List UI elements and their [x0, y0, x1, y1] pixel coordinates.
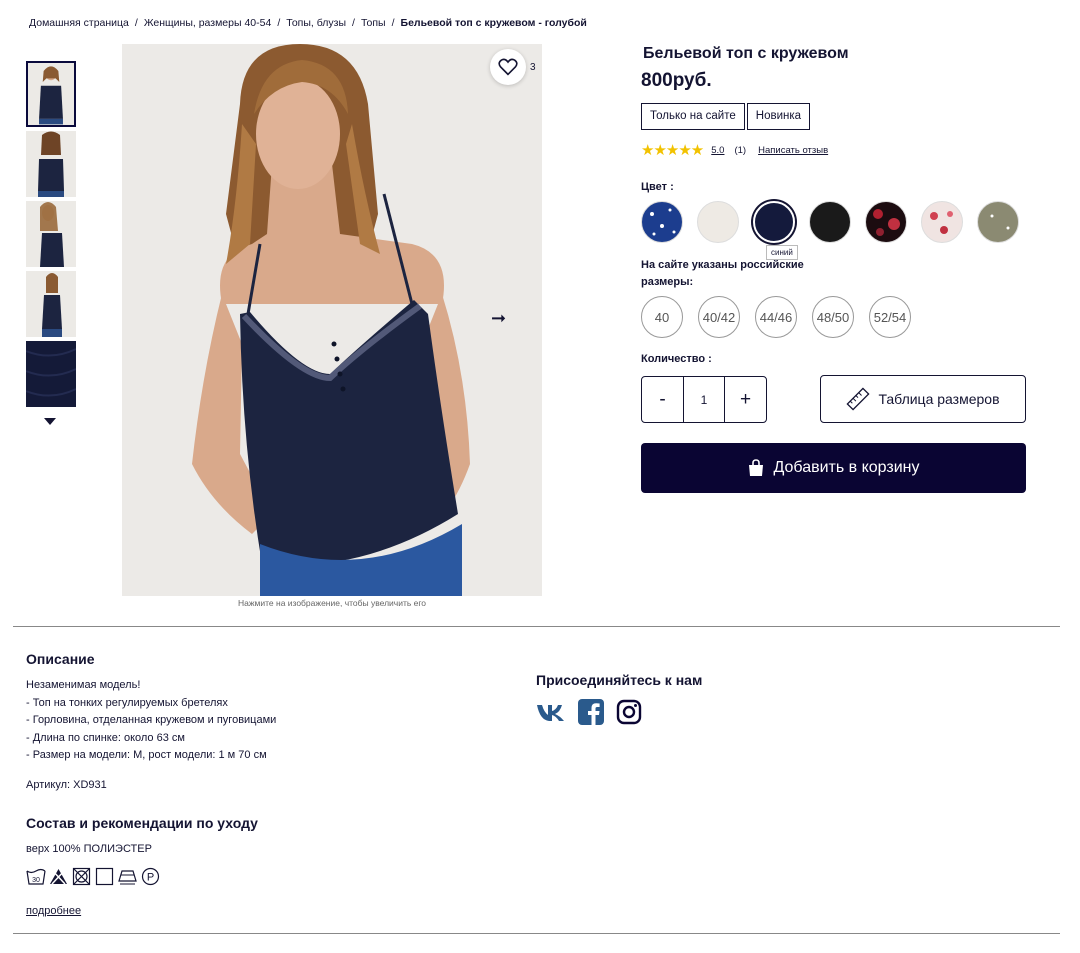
wash-30-icon: 30: [26, 867, 46, 886]
breadcrumb-women[interactable]: Женщины, размеры 40-54: [144, 17, 271, 29]
wash-temperature: 30: [32, 877, 40, 884]
product-photo: [122, 44, 542, 596]
quantity-decrease-button[interactable]: -: [642, 377, 683, 422]
badge-online-only: Только на сайте: [641, 103, 745, 130]
heart-icon: [498, 58, 518, 76]
rating-stars-icon: ★★★★★: [641, 142, 704, 159]
write-review-link[interactable]: Написать отзыв: [758, 145, 828, 156]
color-swatch-blue-print[interactable]: [641, 201, 683, 243]
care-title: Состав и рекомендации по уходу: [26, 815, 258, 831]
description-line: Незаменимая модель!: [26, 679, 141, 691]
social-links: [536, 699, 642, 730]
breadcrumb-separator: /: [134, 17, 138, 29]
care-icons: 30 P: [26, 867, 160, 886]
dry-flat-icon: [95, 867, 114, 886]
thumb-side-image: [26, 201, 76, 267]
thumb-front-image: [28, 63, 74, 125]
composition: верх 100% ПОЛИЭСТЕР: [26, 843, 152, 855]
divider: [13, 626, 1060, 627]
product-badges: Только на сайте Новинка: [641, 103, 811, 130]
breadcrumb-separator: /: [352, 17, 355, 29]
breadcrumb-current: Бельевой топ с кружевом - голубой: [400, 17, 587, 29]
color-swatch-floral-dark[interactable]: [865, 201, 907, 243]
no-tumble-dry-icon: [72, 867, 91, 886]
breadcrumb-separator: /: [277, 17, 281, 29]
size-option[interactable]: 52/54: [869, 296, 911, 338]
product-price: 800руб.: [641, 70, 712, 91]
no-bleach-icon: [49, 867, 68, 886]
swatch-pattern: [650, 208, 676, 236]
swatch-pattern: [990, 214, 1010, 230]
description-title: Описание: [26, 651, 95, 667]
thumbnail-scroll-down-icon[interactable]: [44, 418, 56, 425]
color-swatch-floral-light[interactable]: [921, 201, 963, 243]
main-product-image[interactable]: [122, 44, 542, 596]
color-swatches: [641, 201, 1019, 243]
care-more-link[interactable]: подробнее: [26, 905, 81, 917]
color-label: Цвет :: [641, 181, 674, 193]
description-line: - Топ на тонких регулируемых бретелях: [26, 696, 228, 709]
size-note: На сайте указаны российские размеры:: [641, 259, 804, 288]
thumb-back-image: [26, 131, 76, 197]
description-text: Незаменимая модель! - Топ на тонких регу…: [26, 677, 276, 765]
breadcrumb-home[interactable]: Домашняя страница: [29, 17, 129, 29]
facebook-icon[interactable]: [578, 699, 604, 730]
thumbnail-profile[interactable]: [26, 271, 76, 337]
color-swatch-black[interactable]: [809, 201, 851, 243]
size-option[interactable]: 40/42: [698, 296, 740, 338]
color-swatch-cream[interactable]: [697, 201, 739, 243]
dry-clean-p-icon: P: [141, 867, 160, 886]
thumbnail-fabric[interactable]: [26, 341, 76, 407]
add-to-cart-button[interactable]: Добавить в корзину: [641, 443, 1026, 493]
color-tooltip: синий: [766, 245, 798, 260]
shopping-bag-icon: [749, 459, 764, 476]
thumbnail-list: [26, 61, 76, 411]
size-chart-label: Таблица размеров: [878, 391, 1000, 407]
badge-new: Новинка: [746, 103, 811, 130]
quantity-label: Количество :: [641, 353, 712, 365]
svg-text:P: P: [147, 872, 154, 884]
rating: ★★★★★ 5.0 (1) Написать отзыв: [641, 141, 828, 159]
color-swatch-khaki[interactable]: [977, 201, 1019, 243]
thumb-profile-image: [26, 271, 76, 337]
thumb-fabric-image: [26, 341, 76, 407]
next-image-arrow-icon[interactable]: ➞: [491, 309, 506, 327]
breadcrumb-separator: /: [391, 17, 395, 29]
social-title: Присоединяйтесь к нам: [536, 672, 703, 688]
product-sku: Артикул: XD931: [26, 779, 107, 791]
size-option[interactable]: 48/50: [812, 296, 854, 338]
color-swatch-navy[interactable]: [753, 201, 795, 243]
favorite-button[interactable]: [490, 49, 526, 85]
size-options: 40 40/42 44/46 48/50 52/54: [641, 296, 911, 338]
thumbnail-front[interactable]: [26, 61, 76, 127]
size-chart-button[interactable]: Таблица размеров: [820, 375, 1026, 423]
thumbnail-back[interactable]: [26, 131, 76, 197]
breadcrumb-tops-blouses[interactable]: Топы, блузы: [286, 17, 346, 29]
quantity-input[interactable]: 1: [683, 377, 725, 422]
size-option[interactable]: 44/46: [755, 296, 797, 338]
rating-score[interactable]: 5.0: [711, 145, 724, 156]
quantity-increase-button[interactable]: +: [725, 377, 766, 422]
product-title: Бельевой топ с кружевом: [643, 45, 849, 62]
instagram-icon[interactable]: [616, 699, 642, 730]
iron-low-icon: [118, 867, 137, 886]
breadcrumb-tops[interactable]: Топы: [361, 17, 386, 29]
ruler-icon: [846, 387, 870, 411]
breadcrumb: Домашняя страница / Женщины, размеры 40-54…: [29, 17, 587, 29]
description-line: - Горловина, отделанная кружевом и пугов…: [26, 714, 277, 726]
thumbnail-side[interactable]: [26, 201, 76, 267]
swatch-pattern: [873, 209, 900, 236]
vk-icon[interactable]: [536, 702, 566, 727]
rating-count: (1): [734, 144, 747, 156]
size-option[interactable]: 40: [641, 296, 683, 338]
description-line: - Длина по спинке: около 63 см: [26, 731, 185, 744]
favorite-count: 3: [530, 62, 536, 73]
description-line: - Размер на модели: М, рост модели: 1 м …: [26, 749, 267, 761]
divider: [13, 933, 1060, 934]
add-to-cart-label: Добавить в корзину: [773, 459, 920, 476]
image-zoom-caption: Нажмите на изображение, чтобы увеличить …: [237, 598, 427, 608]
swatch-pattern: [930, 211, 953, 234]
quantity-stepper: - 1 +: [641, 376, 767, 423]
